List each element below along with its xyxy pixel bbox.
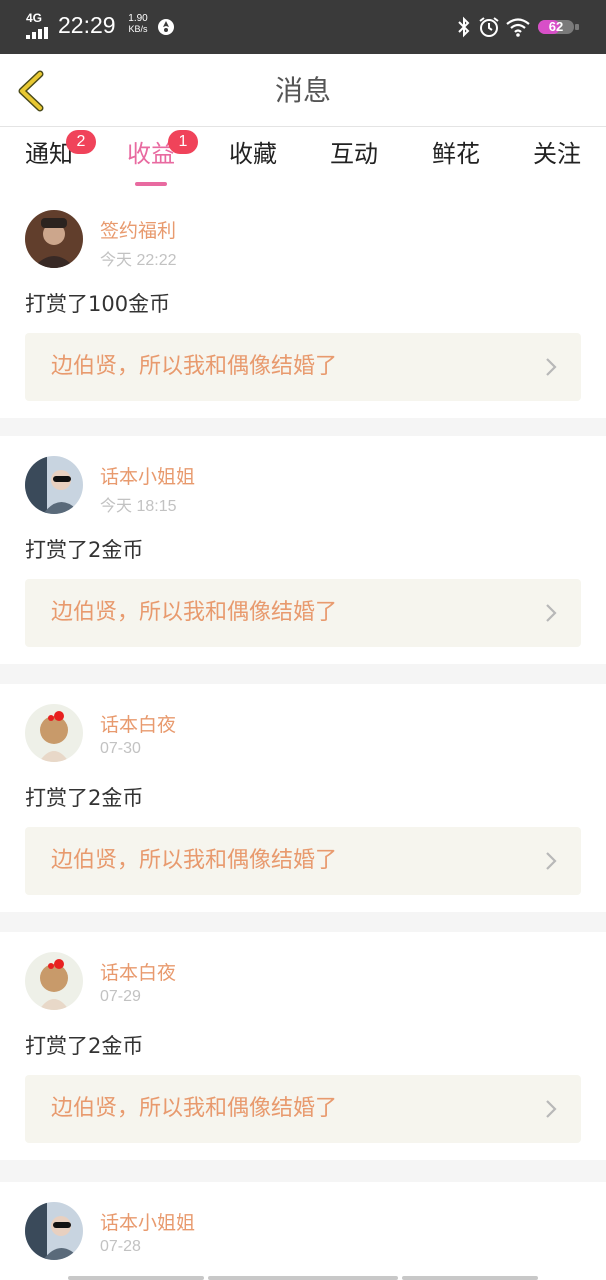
status-bar: 4G 22:29 1.90 KB/s 62 <box>0 0 606 54</box>
chevron-right-icon <box>546 358 557 376</box>
battery-percent: 62 <box>548 19 564 34</box>
app-notification-icon <box>158 19 174 35</box>
avatar[interactable] <box>25 952 83 1010</box>
tab-label: 鲜花 <box>432 140 480 168</box>
network-speed: 1.90 KB/s <box>124 13 152 35</box>
book-link[interactable]: 边伯贤，所以我和偶像结婚了 <box>25 827 581 895</box>
message-time: 07-29 <box>100 988 141 1005</box>
tab-interactions[interactable]: 互动 <box>329 138 379 186</box>
chevron-right-icon <box>546 604 557 622</box>
status-time: 22:29 <box>58 12 116 38</box>
bottom-nav-hint <box>208 1276 398 1280</box>
chevron-right-icon <box>546 1100 557 1118</box>
message-text: 打赏了2金币 <box>25 1034 144 1058</box>
network-speed-value: 1.90 <box>128 13 148 24</box>
book-link[interactable]: 边伯贤，所以我和偶像结婚了 <box>25 1075 581 1143</box>
network-speed-unit: KB/s <box>128 24 148 34</box>
active-tab-indicator <box>135 182 167 186</box>
avatar[interactable] <box>25 704 83 762</box>
tab-badge: 1 <box>168 130 198 154</box>
message-text: 打赏了2金币 <box>25 786 144 810</box>
tab-bar: 通知 2 收益 1 收藏 互动 鲜花 关注 <box>0 128 606 190</box>
tab-badge: 2 <box>66 130 96 154</box>
tab-earnings[interactable]: 收益 1 <box>126 130 198 186</box>
chevron-right-icon <box>546 852 557 870</box>
message-card: 话本小姐姐 07-28 <box>0 1182 606 1280</box>
tab-notifications[interactable]: 通知 2 <box>24 130 96 186</box>
battery-icon: 62 <box>538 18 580 36</box>
book-title: 边伯贤，所以我和偶像结婚了 <box>51 354 338 379</box>
message-list[interactable]: 签约福利 今天 22:22 打赏了100金币 边伯贤，所以我和偶像结婚了 话本小… <box>0 190 606 1280</box>
message-text: 打赏了100金币 <box>25 292 171 316</box>
signal-icon: 4G <box>26 11 50 39</box>
alarm-icon <box>479 17 499 37</box>
message-card: 话本白夜 07-29 打赏了2金币 边伯贤，所以我和偶像结婚了 <box>0 932 606 1160</box>
message-time: 今天 22:22 <box>100 252 177 269</box>
tab-favorites[interactable]: 收藏 <box>228 138 278 186</box>
avatar[interactable] <box>25 210 83 268</box>
sender-name[interactable]: 话本白夜 <box>100 958 176 985</box>
bluetooth-icon <box>458 16 470 38</box>
tab-label: 关注 <box>533 140 581 168</box>
message-time: 07-30 <box>100 740 141 757</box>
tab-following[interactable]: 关注 <box>532 138 582 186</box>
sender-name[interactable]: 话本小姐姐 <box>100 462 195 489</box>
book-title: 边伯贤，所以我和偶像结婚了 <box>51 1096 338 1121</box>
avatar[interactable] <box>25 1202 83 1260</box>
app-header: 消息 <box>0 54 606 127</box>
book-link[interactable]: 边伯贤，所以我和偶像结婚了 <box>25 579 581 647</box>
tab-label: 收藏 <box>229 140 277 168</box>
network-type: 4G <box>26 11 43 25</box>
avatar[interactable] <box>25 456 83 514</box>
bottom-nav-hint <box>402 1276 538 1280</box>
tab-flowers[interactable]: 鲜花 <box>431 138 481 186</box>
page-title: 消息 <box>274 74 331 107</box>
message-time: 今天 18:15 <box>100 498 177 515</box>
book-link[interactable]: 边伯贤，所以我和偶像结婚了 <box>25 333 581 401</box>
message-time: 07-28 <box>100 1238 141 1255</box>
sender-name[interactable]: 话本白夜 <box>100 710 176 737</box>
book-title: 边伯贤，所以我和偶像结婚了 <box>51 848 338 873</box>
bottom-nav-hint <box>68 1276 204 1280</box>
message-card: 话本白夜 07-30 打赏了2金币 边伯贤，所以我和偶像结婚了 <box>0 684 606 912</box>
wifi-icon <box>506 18 530 37</box>
book-title: 边伯贤，所以我和偶像结婚了 <box>51 600 338 625</box>
message-text: 打赏了2金币 <box>25 538 144 562</box>
message-card: 话本小姐姐 今天 18:15 打赏了2金币 边伯贤，所以我和偶像结婚了 <box>0 436 606 664</box>
tab-label: 互动 <box>330 140 378 168</box>
sender-name[interactable]: 签约福利 <box>100 216 176 243</box>
message-card: 签约福利 今天 22:22 打赏了100金币 边伯贤，所以我和偶像结婚了 <box>0 190 606 418</box>
sender-name[interactable]: 话本小姐姐 <box>100 1208 195 1235</box>
